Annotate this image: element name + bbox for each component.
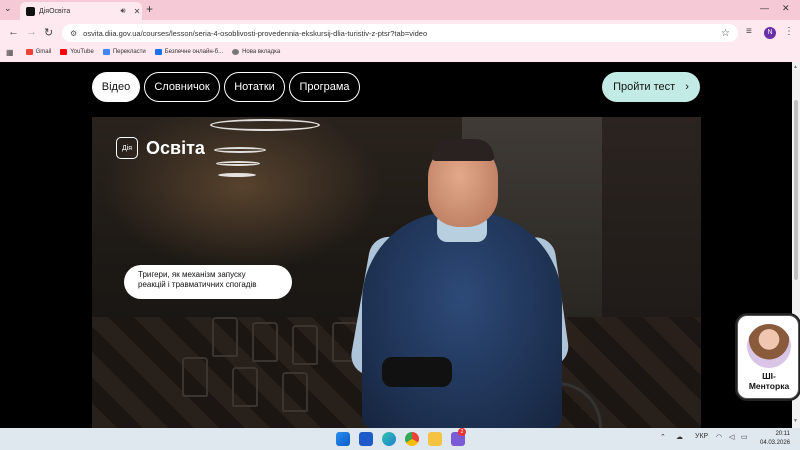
media-control-icon[interactable]: ≡ — [746, 26, 752, 37]
apps-grid-icon[interactable]: ▦ — [6, 48, 14, 57]
browser-tab[interactable]: ДіяОсвіта 🔊︎ ✕ — [20, 2, 142, 20]
tab-program-label: Програма — [299, 81, 350, 93]
chair — [292, 325, 318, 365]
viber-icon[interactable]: 2 — [451, 428, 466, 446]
battery-icon[interactable]: ▭ — [741, 433, 748, 441]
speaker-vest — [362, 212, 562, 428]
windows-taskbar: 2 ⌃ ☁ УКР ◠ ◁ ▭ 20:11 04.03.2026 — [0, 428, 800, 450]
speaker-icon[interactable]: 🔊︎ — [118, 6, 128, 16]
chair — [212, 317, 238, 357]
chair — [252, 322, 278, 362]
bookmark-youtube[interactable]: YouTube — [60, 49, 94, 55]
volume-icon[interactable]: ◁ — [729, 433, 734, 441]
chair — [182, 357, 208, 397]
chrome-icon[interactable] — [405, 432, 419, 446]
tab-strip: ⌄ ДіяОсвіта 🔊︎ ✕ + — ✕ — [0, 0, 800, 20]
take-test-button[interactable]: Пройти тест › — [602, 72, 700, 102]
tab-favicon-icon — [26, 6, 35, 16]
url-text: osvita.diia.gov.ua/courses/lesson/seria-… — [83, 28, 428, 38]
bookmark-star-icon[interactable]: ☆ — [721, 28, 730, 39]
back-icon[interactable]: ← — [8, 26, 19, 38]
wifi-icon[interactable]: ◠ — [716, 433, 722, 441]
site-info-icon[interactable]: ⚙ — [70, 29, 77, 38]
gmail-icon — [25, 49, 33, 55]
mentor-avatar — [747, 324, 791, 368]
translate-icon — [102, 49, 110, 55]
address-bar[interactable]: ⚙ osvita.diia.gov.ua/courses/lesson/seri… — [62, 24, 738, 42]
scroll-up-icon[interactable]: ▲ — [793, 64, 798, 70]
onedrive-icon[interactable]: ☁ — [676, 433, 683, 441]
caption-line: реакцій і травматичних спогадів — [138, 280, 257, 289]
tab-video[interactable]: Відео — [92, 72, 140, 102]
notification-badge: 2 — [458, 428, 466, 436]
edge-icon[interactable] — [382, 432, 396, 446]
forward-icon[interactable]: → — [26, 26, 37, 38]
tab-glossary-label: Словничок — [154, 81, 210, 93]
chair — [232, 367, 258, 407]
start-windows-icon[interactable] — [336, 432, 350, 446]
new-tab-button[interactable]: + — [146, 2, 153, 16]
tab-notes-label: Нотатки — [234, 81, 275, 93]
speaker-hair — [432, 139, 494, 161]
close-tab-icon[interactable]: ✕ — [132, 7, 142, 16]
lesson-page: Відео Словничок Нотатки Програма Пройти … — [0, 62, 792, 428]
tray-chevron-icon[interactable]: ⌃ — [660, 433, 666, 441]
safe-online-icon — [154, 49, 162, 55]
youtube-icon — [60, 49, 68, 55]
chair — [282, 372, 308, 412]
system-clock[interactable]: 20:11 04.03.2026 — [760, 430, 790, 448]
bookmark-gmail[interactable]: Gmail — [25, 49, 51, 55]
globe-icon — [232, 49, 240, 55]
scroll-down-icon[interactable]: ▼ — [793, 418, 798, 424]
bookmark-new-tab[interactable]: Нова вкладка — [232, 49, 280, 55]
chandelier-ring — [214, 147, 266, 153]
profile-avatar[interactable]: N — [764, 27, 776, 39]
bookmarks-bar: ▦ Gmail YouTube Перекласти Безпечне онла… — [0, 45, 800, 59]
speaker-hands — [382, 357, 452, 387]
tab-glossary[interactable]: Словничок — [144, 72, 220, 102]
osvita-logo-text: Освіта — [146, 137, 205, 158]
scrollbar-thumb[interactable] — [794, 100, 798, 280]
menu-icon[interactable]: ⋮ — [784, 26, 794, 37]
chevron-right-icon: › — [685, 81, 689, 93]
reload-icon[interactable]: ↻ — [44, 26, 53, 39]
bookmark-translate[interactable]: Перекласти — [102, 49, 146, 55]
close-window-icon[interactable]: ✕ — [782, 3, 790, 14]
word-icon[interactable] — [359, 432, 373, 446]
chandelier-ring — [218, 173, 256, 177]
file-explorer-icon[interactable] — [428, 432, 442, 446]
tab-video-label: Відео — [101, 81, 131, 93]
tab-notes[interactable]: Нотатки — [224, 72, 285, 102]
minimize-icon[interactable]: — — [760, 3, 769, 13]
tab-program[interactable]: Програма — [289, 72, 360, 102]
take-test-label: Пройти тест — [613, 81, 676, 93]
bookmark-safe-online[interactable]: Безпечне онлайн-б... — [154, 49, 223, 55]
mentor-label: ШІ- Менторка — [748, 371, 790, 391]
browser-chrome: ⌄ ДіяОсвіта 🔊︎ ✕ + — ✕ ← → ↻ ⚙ osvita.di… — [0, 0, 800, 62]
chandelier-ring — [210, 119, 320, 131]
tab-title: ДіяОсвіта — [39, 7, 71, 15]
ai-mentor-widget[interactable]: ШІ- Менторка — [737, 315, 799, 399]
caption-line: Тригери, як механізм запуску — [138, 270, 246, 279]
chandelier-ring — [216, 161, 260, 166]
language-indicator[interactable]: УКР — [695, 433, 708, 440]
tab-search-icon[interactable]: ⌄ — [4, 3, 12, 14]
video-caption-bubble: Тригери, як механізм запуску реакцій і т… — [124, 265, 292, 299]
diia-logo-badge: Дія — [116, 137, 138, 159]
diia-osvita-logo: Дія Освіта — [116, 137, 205, 159]
video-player[interactable]: Дія Освіта Тригери, як механізм запуску … — [92, 117, 701, 428]
